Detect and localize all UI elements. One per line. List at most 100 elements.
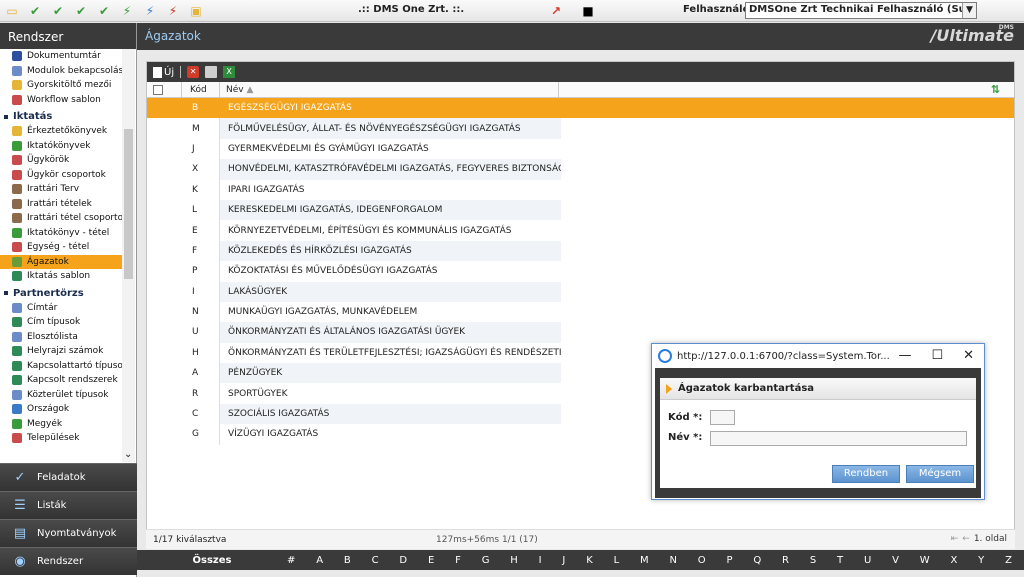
alphabet-letter[interactable]: I xyxy=(539,555,542,566)
sidebar-item[interactable]: Helyrajzi számok xyxy=(0,344,123,359)
sidebar-item[interactable]: Cím típusok xyxy=(0,315,123,330)
alphabet-letter[interactable]: E xyxy=(428,555,434,566)
alphabet-letter[interactable]: S xyxy=(810,555,816,566)
table-row[interactable]: J GYERMEKVÉDELMI ÉS GYÁMÜGYI IGAZGATÁS xyxy=(147,138,1014,160)
red-lightning-icon[interactable]: ⚡ xyxy=(165,3,181,19)
alphabet-letter[interactable]: C xyxy=(372,555,379,566)
table-row[interactable]: X HONVÉDELMI, KATASZTRÓFAVÉDELMI IGAZGATÁ… xyxy=(147,159,1014,180)
sidebar-item[interactable]: Kapcsolt rendszerek xyxy=(0,373,123,388)
alphabet-letter[interactable]: W xyxy=(920,555,930,566)
alphabet-letter[interactable]: N xyxy=(669,555,676,566)
alphabet-letter[interactable]: L xyxy=(614,555,620,566)
table-row[interactable]: K IPARI IGAZGATÁS xyxy=(147,179,1014,200)
folder-icon[interactable]: ▭ xyxy=(4,3,20,19)
alphabet-letter[interactable]: T xyxy=(837,555,843,566)
sidebar-item[interactable]: Iktatókönyvek xyxy=(0,139,123,154)
alphabet-letter[interactable]: P xyxy=(726,555,732,566)
alphabet-letter[interactable]: V xyxy=(892,555,899,566)
close-icon[interactable]: ✕ xyxy=(963,348,974,363)
sidebar-item[interactable]: Megyék xyxy=(0,417,123,432)
alphabet-letter[interactable]: H xyxy=(510,555,518,566)
alphabet-letter[interactable]: D xyxy=(399,555,407,566)
alphabet-letter[interactable]: G xyxy=(482,555,490,566)
alphabet-letter[interactable]: O xyxy=(698,555,706,566)
table-row[interactable]: U ÖNKORMÁNYZATI ÉS ÁLTALÁNOS IGAZGATÁSI Ü… xyxy=(147,322,1014,343)
alphabet-letter[interactable]: U xyxy=(864,555,871,566)
nev-input[interactable] xyxy=(710,431,967,446)
sidebar-item[interactable]: Irattári tételek xyxy=(0,197,123,212)
new-button[interactable]: Új xyxy=(153,66,174,78)
alphabet-letter[interactable]: A xyxy=(316,555,323,566)
sidebar-group[interactable]: Partnertörzs xyxy=(0,286,123,301)
table-row[interactable]: F KÖZLEKEDÉS ÉS HÍRKÖZLÉSI IGAZGATÁS xyxy=(147,240,1014,262)
sidebar-item[interactable]: Gyorskitöltő mezői xyxy=(0,78,123,93)
alphabet-letter[interactable]: B xyxy=(344,555,351,566)
print-icon[interactable] xyxy=(205,66,218,78)
sidebar-item[interactable]: Irattári tétel csoportok xyxy=(0,211,123,226)
sidebar-item[interactable]: Települések xyxy=(0,431,123,446)
alphabet-letter[interactable]: Z xyxy=(1005,555,1012,566)
refresh-icon[interactable]: ⇅ xyxy=(991,83,1000,96)
sidebar-item[interactable]: Workflow sablon xyxy=(0,93,123,108)
alphabet-letter[interactable]: F xyxy=(455,555,461,566)
sidebar-item[interactable]: Érkeztetőkönyvek xyxy=(0,124,123,139)
sidebar-scrollbar[interactable]: ⌄ xyxy=(122,49,135,462)
table-row[interactable]: N MUNKAÜGYI IGAZGATÁS, MUNKAVÉDELEM xyxy=(147,301,1014,323)
export-icon[interactable]: ↗ xyxy=(548,3,564,19)
kod-input[interactable] xyxy=(710,410,735,425)
sidebar-item[interactable]: Ágazatok xyxy=(0,254,123,269)
table-row[interactable]: I LAKÁSÜGYEK xyxy=(147,281,1014,302)
sidebar-item[interactable]: Kapcsolattartó típusok xyxy=(0,359,123,374)
first-page-icon[interactable]: ⇤ xyxy=(951,534,959,544)
scrollbar-thumb[interactable] xyxy=(124,129,133,279)
prev-page-icon[interactable]: ← xyxy=(962,534,970,544)
excel-icon[interactable]: X xyxy=(223,66,236,78)
ok-button[interactable]: Rendben xyxy=(832,465,900,483)
sidebar-item[interactable]: Ügykör csoportok xyxy=(0,168,123,183)
alphabet-letter[interactable]: Y xyxy=(978,555,984,566)
sidebar-item[interactable]: Iktatás sablon xyxy=(0,269,123,284)
table-row[interactable]: P KÖZOKTATÁSI ÉS MŰVELŐDÉSÜGYI IGAZGATÁS xyxy=(147,261,1014,282)
green-check-icon[interactable]: ✔ xyxy=(96,3,112,19)
minimize-icon[interactable]: — xyxy=(898,348,911,363)
module-button[interactable]: ✓ Feladatok xyxy=(0,463,137,491)
table-row[interactable]: M FÖLMŰVELÉSÜGY, ÁLLAT- ÉS NÖVÉNYEGÉSZSÉG… xyxy=(147,118,1014,139)
sidebar-item[interactable]: Ügykörök xyxy=(0,153,123,168)
sidebar-item[interactable]: Dokumentumtár xyxy=(0,49,123,64)
table-row[interactable]: L KERESKEDELMI IGAZGATÁS, IDEGENFORGALOM xyxy=(147,199,1014,221)
sidebar-item[interactable]: Iktatókönyv - tétel xyxy=(0,226,123,241)
table-row[interactable]: B EGÉSZSÉGÜGYI IGAZGATÁS xyxy=(147,98,1014,119)
delete-icon[interactable]: ✕ xyxy=(187,66,200,78)
note-icon[interactable]: ▣ xyxy=(188,3,204,19)
check-icon[interactable]: ✔ xyxy=(27,3,43,19)
sidebar-item[interactable]: Közterület típusok xyxy=(0,388,123,403)
module-button[interactable]: ▤ Nyomtatványok xyxy=(0,519,137,547)
module-button[interactable]: ☰ Listák xyxy=(0,491,137,519)
alphabet-letter[interactable]: R xyxy=(782,555,789,566)
blue-lightning-icon[interactable]: ⚡ xyxy=(142,3,158,19)
chevron-down-icon[interactable]: ▼ xyxy=(962,3,976,18)
table-row[interactable]: E KÖRNYEZETVÉDELMI, ÉPÍTÉSÜGYI ÉS KOMMUNÁ… xyxy=(147,220,1014,241)
sidebar-group[interactable]: Iktatás xyxy=(0,109,123,124)
alphabet-letter[interactable]: X xyxy=(950,555,957,566)
scroll-down-icon[interactable]: ⌄ xyxy=(124,449,132,460)
maximize-icon[interactable]: ☐ xyxy=(931,348,943,363)
alphabet-letter[interactable]: K xyxy=(586,555,593,566)
sidebar-item[interactable]: Egység - tétel xyxy=(0,240,123,255)
alphabet-letter[interactable]: # xyxy=(287,555,295,566)
cancel-button[interactable]: Mégsem xyxy=(906,465,974,483)
sidebar-item[interactable]: Irattári Terv xyxy=(0,182,123,197)
module-button[interactable]: ◉ Rendszer xyxy=(0,547,137,575)
select-all-checkbox[interactable] xyxy=(153,84,163,95)
alphabet-letter[interactable]: Q xyxy=(753,555,761,566)
sidebar-item[interactable]: Országok xyxy=(0,402,123,417)
double-check-icon[interactable]: ✔ xyxy=(50,3,66,19)
stop-icon[interactable]: ■ xyxy=(580,3,596,19)
sidebar-item[interactable]: Modulok bekapcsolása xyxy=(0,64,123,79)
alphabet-letter[interactable]: J xyxy=(562,555,565,566)
sidebar-item[interactable]: Elosztólista xyxy=(0,330,123,345)
user-select[interactable]: DMSOne Zrt Technikai Felhasználó (Suppor… xyxy=(745,2,977,19)
task-check-icon[interactable]: ✔ xyxy=(73,3,89,19)
column-header-nev[interactable]: Név ▲ xyxy=(219,81,559,98)
alphabet-letter[interactable]: M xyxy=(640,555,649,566)
